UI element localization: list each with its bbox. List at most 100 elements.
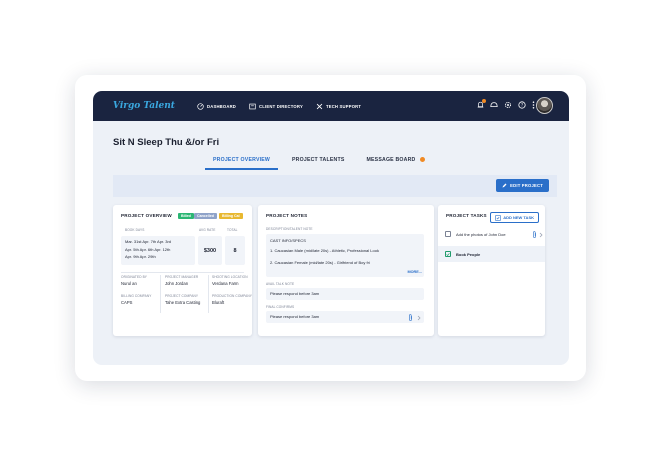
dashboard-gauge-icon [197, 102, 204, 110]
edit-project-label: EDIT PROJECT [510, 183, 543, 188]
meta-label: ORIGINATED BY [121, 275, 148, 279]
pencil-icon [502, 183, 507, 188]
meta-label: PROJECT MANAGER [165, 275, 199, 279]
avail-label: AVAIL TALK NOTE [266, 282, 295, 286]
dates-row: Apr. 9th Apr. 29th [125, 254, 156, 259]
cast-line: 2. Caucasian Female (mid/late 20s) - Gir… [270, 260, 370, 265]
avg-rate-value: $300 [198, 236, 222, 265]
meta-label: PRODUCTION COMPANY [212, 294, 252, 298]
status-badge-billing[interactable]: Billing Cal [219, 213, 243, 219]
nav-client-directory[interactable]: CLIENT DIRECTORY [249, 103, 303, 110]
helmet-icon[interactable] [490, 101, 498, 109]
tab-message-board[interactable]: MESSAGE BOARD [367, 157, 425, 170]
tasks-title: PROJECT TASKS [446, 213, 487, 218]
message-badge-dot [419, 157, 425, 163]
avg-rate-label: AVG RATE [199, 228, 216, 232]
total-count-value: 8 [225, 236, 245, 265]
main-nav: DASHBOARD CLIENT DIRECTORY TECH SUPPORT [197, 102, 374, 110]
nav-dashboard[interactable]: DASHBOARD [197, 102, 237, 110]
meta-label: PROJECT COMPANY [165, 294, 199, 298]
top-navigation-bar: Virgo Talent DASHBOARD CLIENT DIRECTORY … [93, 91, 569, 121]
project-tasks-card: PROJECT TASKS ADD NEW TASK Add the photo… [438, 205, 545, 336]
checkmark-icon [446, 252, 450, 256]
tab-project-talents[interactable]: PROJECT TALENTS [292, 157, 344, 170]
add-task-icon [495, 214, 501, 221]
project-overview-card: PROJECT OVERVIEW Billed Cancelled Billin… [113, 205, 252, 336]
browser-frame: Virgo Talent DASHBOARD CLIENT DIRECTORY … [75, 75, 586, 381]
avail-text: Please respond before 3am [270, 291, 320, 296]
overview-title: PROJECT OVERVIEW [121, 213, 172, 218]
paperclip-icon[interactable] [408, 314, 413, 321]
description-label: DESCRIPTION/TALENT NOTE [266, 227, 313, 231]
task-checkbox[interactable] [445, 231, 451, 237]
book-days-box: Mar. 31st Apr. 7th Apr. 3rd Apr. 5th Apr… [121, 236, 195, 265]
nav-tech-support-label: TECH SUPPORT [325, 103, 362, 109]
meta-project-company: PROJECT COMPANY Tahe Extra Casting [165, 294, 200, 305]
svg-text:?: ? [521, 103, 523, 108]
cast-info-box[interactable]: CAST INFO/SPECS 1. Caucasian Male (mid/l… [266, 234, 424, 277]
tab-message-board-label: MESSAGE BOARD [366, 157, 416, 163]
dates-row: Mar. 31st Apr. 7th Apr. 3rd [125, 239, 172, 244]
meta-value: CAPS [121, 300, 133, 305]
add-new-task-button[interactable]: ADD NEW TASK [490, 212, 539, 223]
status-badge-cancelled[interactable]: Cancelled [194, 213, 217, 219]
app-window: Virgo Talent DASHBOARD CLIENT DIRECTORY … [93, 91, 569, 365]
user-avatar[interactable] [536, 97, 553, 114]
more-link[interactable]: MORE... [407, 270, 422, 274]
meta-shooting-location: SHOOTING LOCATION Verdana Farm [212, 275, 248, 286]
add-new-task-label: ADD NEW TASK [503, 215, 534, 220]
notification-dot [482, 99, 486, 103]
tab-project-overview[interactable]: PROJECT OVERVIEW [204, 157, 279, 170]
final-confirms-box[interactable]: Please respond before 3am [266, 311, 424, 323]
nav-dashboard-label: DASHBOARD [207, 103, 237, 109]
project-notes-card: PROJECT NOTES DESCRIPTION/TALENT NOTE CA… [258, 205, 434, 336]
tab-project-overview-label: PROJECT OVERVIEW [213, 157, 271, 163]
settings-gear-icon[interactable] [504, 101, 512, 109]
help-icon[interactable]: ? [518, 101, 526, 109]
divider [208, 275, 209, 313]
header-icon-group: ? [471, 99, 535, 109]
avail-note-box[interactable]: Please respond before 3am [266, 288, 424, 300]
project-tabs: PROJECT OVERVIEW PROJECT TALENTS MESSAGE… [204, 157, 447, 170]
final-confirms-label: FINAL CONFIRMS [266, 305, 295, 309]
task-item[interactable]: Book People [438, 246, 545, 262]
task-label: Add the photos of John Doe [456, 231, 506, 237]
cast-line: 1. Caucasian Male (mid/late 20s) - Athle… [270, 248, 379, 253]
task-checkbox-checked[interactable] [445, 251, 451, 257]
tab-project-talents-label: PROJECT TALENTS [292, 157, 345, 163]
nav-client-directory-label: CLIENT DIRECTORY [259, 103, 303, 109]
notes-title: PROJECT NOTES [266, 213, 308, 218]
notification-bell-icon[interactable] [477, 99, 486, 109]
chevron-right-icon[interactable] [417, 315, 421, 321]
meta-value: Verdana Farm [212, 281, 239, 286]
nav-tech-support[interactable]: TECH SUPPORT [316, 103, 361, 110]
edit-project-button[interactable]: EDIT PROJECT [496, 179, 549, 192]
chevron-right-icon[interactable] [539, 232, 543, 238]
task-label: Book People [456, 251, 481, 257]
dates-row: Apr. 5th Apr. 6th Apr. 12th [125, 246, 171, 252]
book-days-label: BOOK DAYS [125, 228, 145, 232]
meta-originated-by: ORIGINATED BY Nurul an [121, 275, 147, 286]
directory-icon [249, 103, 256, 109]
meta-project-manager: PROJECT MANAGER John Jordan [165, 275, 198, 286]
meta-value: Nurul an [121, 281, 137, 286]
paperclip-icon[interactable] [532, 231, 537, 238]
meta-billing-company: BILLING COMPANY CAPS [121, 294, 152, 305]
task-item[interactable]: Add the photos of John Doe [438, 226, 545, 242]
total-label: TOTAL [227, 228, 238, 232]
meta-value: John Jordan [165, 281, 189, 286]
meta-production-company: PRODUCTION COMPANY Bluraft [212, 294, 252, 305]
meta-value: Tahe Extra Casting [165, 300, 201, 305]
tools-icon [316, 103, 323, 109]
meta-label: BILLING COMPANY [121, 294, 152, 298]
divider [121, 272, 244, 273]
meta-value: Bluraft [212, 300, 225, 305]
meta-label: SHOOTING LOCATION [212, 275, 248, 279]
app-logo[interactable]: Virgo Talent [113, 101, 177, 111]
final-text: Please respond before 3am [270, 314, 320, 319]
more-vertical-icon[interactable] [532, 101, 535, 109]
page-title: Sit N Sleep Thu &/or Fri [113, 137, 220, 148]
cast-heading: CAST INFO/SPECS [270, 238, 306, 243]
action-bar: EDIT PROJECT [113, 175, 557, 197]
status-badge-billed[interactable]: Billed [178, 213, 194, 219]
